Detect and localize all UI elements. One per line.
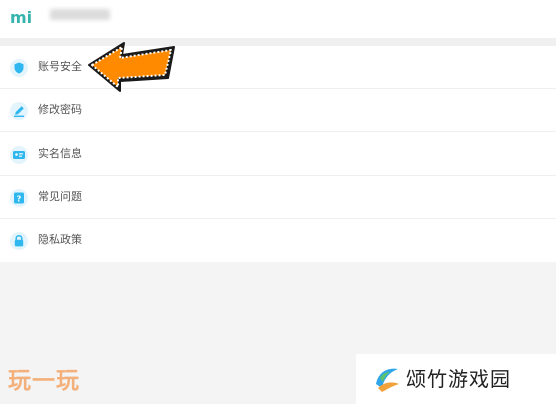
shield-icon [9, 58, 29, 78]
menu-item-label: 隐私政策 [38, 233, 82, 246]
section-divider [0, 38, 556, 46]
annotation-arrow-icon [86, 38, 178, 96]
menu-item-faq[interactable]: ? 常见问题 [0, 176, 556, 219]
id-card-icon [9, 145, 29, 165]
svg-text:?: ? [17, 194, 22, 203]
settings-menu: 账号安全 修改密码 实名信息 ? 常见问题 隐私政策 [0, 46, 556, 262]
username-blurred [50, 9, 110, 20]
app-logo-icon: mi [8, 3, 40, 31]
lock-icon [9, 231, 29, 251]
menu-item-privacy-policy[interactable]: 隐私政策 [0, 219, 556, 262]
menu-item-change-password[interactable]: 修改密码 [0, 89, 556, 132]
menu-item-label: 实名信息 [38, 147, 82, 160]
site-logo-icon [372, 364, 402, 394]
menu-item-label: 常见问题 [38, 190, 82, 203]
page-root: mi 账号安全 修改密码 实名信息 ? 常见问题 隐私政策 玩一玩 颂竹游戏园 [0, 0, 556, 404]
menu-item-label: 账号安全 [38, 60, 82, 73]
menu-item-account-security[interactable]: 账号安全 [0, 46, 556, 89]
menu-item-label: 修改密码 [38, 103, 82, 116]
app-logo-text: mi [10, 8, 32, 27]
account-header: mi [0, 0, 556, 38]
watermark-left: 玩一玩 [8, 368, 80, 394]
watermark-right: 颂竹游戏园 [356, 354, 556, 404]
menu-item-real-name-info[interactable]: 实名信息 [0, 133, 556, 176]
watermark-right-text: 颂竹游戏园 [406, 367, 511, 391]
pencil-icon [9, 101, 29, 121]
question-icon: ? [9, 188, 29, 208]
